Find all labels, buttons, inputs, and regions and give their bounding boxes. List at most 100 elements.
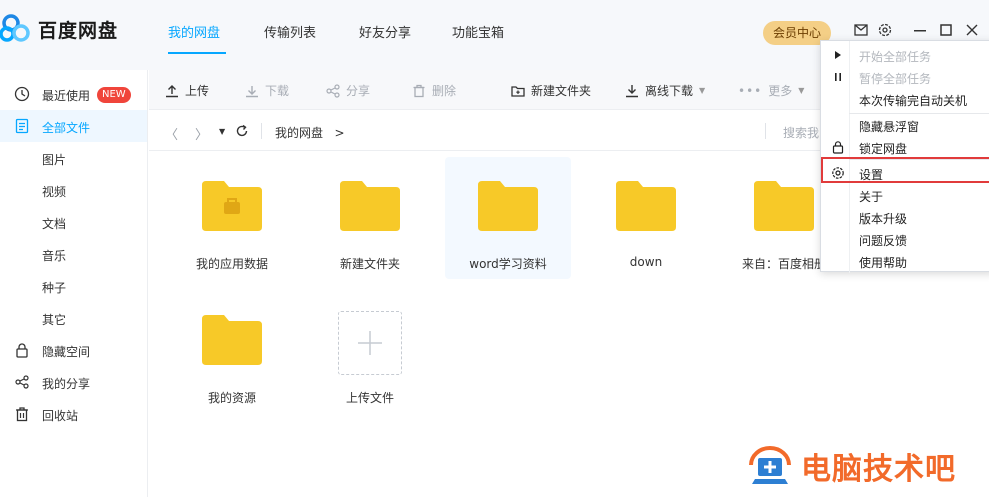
folder-tile-my-resources[interactable]: 我的资源 (169, 291, 295, 413)
sidebar-item-label: 文档 (42, 217, 67, 231)
back-arrow-icon[interactable]: 〈 (165, 124, 178, 143)
baidu-netdisk-logo-icon (0, 14, 30, 42)
sidebar-item-my-shares[interactable]: 我的分享 (0, 366, 147, 398)
menu-item-label: 问题反馈 (859, 234, 908, 248)
folder-tile-new-folder[interactable]: 新建文件夹 (307, 157, 433, 279)
search-input[interactable]: 搜索我 (783, 124, 819, 141)
share-label: 分享 (346, 84, 371, 98)
menu-item-start-all[interactable]: 开始全部任务 (821, 44, 989, 66)
sidebar-item-others[interactable]: 其它 (0, 302, 147, 334)
upload-file-tile[interactable]: 上传文件 (307, 303, 433, 425)
history-dropdown-icon[interactable]: ▼ (219, 127, 225, 136)
folder-tile-word-materials[interactable]: word学习资料 (445, 157, 571, 279)
app-title: 百度网盘 (38, 19, 119, 42)
plus-icon (358, 331, 382, 355)
sidebar-item-hidden-space[interactable]: 隐藏空间 (0, 334, 147, 366)
sidebar-item-label: 视频 (42, 185, 67, 199)
more-dots-icon: ••• (738, 83, 763, 98)
menu-item-help[interactable]: 使用帮助 (821, 250, 989, 272)
file-name: 我的应用数据 (195, 257, 268, 271)
maximize-icon[interactable] (940, 24, 952, 36)
close-icon[interactable] (966, 24, 978, 36)
search-divider (765, 123, 766, 139)
file-name: word学习资料 (469, 257, 547, 271)
computer-plus-logo-icon (749, 446, 791, 484)
file-name: 新建文件夹 (339, 257, 400, 271)
sidebar-item-recycle-bin[interactable]: 回收站 (0, 398, 147, 430)
sidebar-item-all-files[interactable]: 全部文件 (0, 110, 147, 142)
folder-icon (202, 315, 262, 365)
tab-transfer-list[interactable]: 传输列表 (264, 22, 316, 41)
breadcrumb-my-netdisk[interactable]: 我的网盘 > (275, 124, 345, 141)
sidebar-item-torrents[interactable]: 种子 (0, 270, 147, 302)
play-icon (835, 51, 841, 59)
menu-item-hide-float[interactable]: 隐藏悬浮窗 (821, 114, 989, 136)
active-tab-underline (168, 52, 226, 54)
menu-item-label: 本次传输完自动关机 (859, 94, 968, 108)
menu-item-label: 关于 (859, 190, 884, 204)
menu-item-label: 使用帮助 (859, 256, 908, 270)
download-button[interactable]: 下载 (245, 82, 289, 99)
menu-item-about[interactable]: 关于 (821, 184, 989, 206)
offline-download-button[interactable]: 离线下载 ▼ (625, 82, 705, 99)
folder-icon (616, 181, 676, 231)
delete-button[interactable]: 删除 (412, 82, 456, 99)
menu-item-version-upgrade[interactable]: 版本升级 (821, 206, 989, 228)
trash-icon (413, 84, 425, 97)
sidebar-item-label: 种子 (42, 281, 67, 295)
more-button[interactable]: ••• 更多 ▼ (738, 82, 804, 99)
tab-my-netdisk[interactable]: 我的网盘 (168, 22, 220, 41)
share-button[interactable]: 分享 (326, 82, 370, 99)
minimize-icon[interactable] (914, 30, 926, 32)
menu-item-label: 开始全部任务 (859, 50, 932, 64)
sidebar-item-recent[interactable]: 最近使用 NEW (0, 78, 147, 110)
sidebar-item-label: 全部文件 (42, 121, 91, 135)
sidebar-item-music[interactable]: 音乐 (0, 238, 147, 270)
folder-tile-from-baidu-album[interactable]: 来自：百度相册 (721, 157, 821, 279)
sidebar-item-label: 回收站 (42, 409, 79, 423)
sidebar-item-documents[interactable]: 文档 (0, 206, 147, 238)
upload-button[interactable]: 上传 (165, 82, 209, 99)
folder-icon (478, 181, 538, 231)
settings-gear-icon[interactable] (878, 23, 892, 37)
menu-item-auto-shutdown[interactable]: 本次传输完自动关机 (821, 88, 989, 110)
lock-icon (16, 343, 28, 358)
new-badge: NEW (97, 87, 131, 103)
file-name: 上传文件 (345, 391, 394, 405)
settings-dropdown-menu: 开始全部任务 暂停全部任务 本次传输完自动关机 隐藏悬浮窗 锁定网盘 设置 关于… (820, 40, 989, 273)
chevron-down-icon: ▼ (798, 86, 805, 95)
menu-item-feedback[interactable]: 问题反馈 (821, 228, 989, 250)
folder-icon (340, 181, 400, 231)
tab-friend-share[interactable]: 好友分享 (359, 22, 411, 41)
sidebar-item-images[interactable]: 图片 (0, 142, 147, 174)
offline-download-label: 离线下载 (645, 84, 694, 98)
menu-item-pause-all[interactable]: 暂停全部任务 (821, 66, 989, 88)
sidebar-item-label: 我的分享 (42, 377, 91, 391)
new-folder-button[interactable]: 新建文件夹 (511, 82, 591, 99)
sidebar-item-label: 最近使用 (42, 89, 91, 103)
sidebar: 最近使用 NEW 全部文件 图片 视频 文档 音乐 种子 其它 隐藏空间 我的分… (0, 70, 148, 497)
upload-dropzone[interactable] (338, 311, 402, 375)
forward-arrow-icon[interactable]: 〉 (195, 124, 208, 143)
folder-tile-app-data[interactable]: 我的应用数据 (169, 157, 295, 279)
refresh-icon[interactable] (235, 124, 249, 138)
new-folder-icon (511, 85, 525, 97)
menu-item-label: 隐藏悬浮窗 (859, 120, 920, 134)
more-label: 更多 (768, 84, 793, 98)
tab-toolbox[interactable]: 功能宝箱 (452, 22, 504, 41)
sidebar-item-videos[interactable]: 视频 (0, 174, 147, 206)
menu-item-lock-netdisk[interactable]: 锁定网盘 (821, 136, 989, 158)
sidebar-item-label: 音乐 (42, 249, 67, 263)
share-icon (15, 375, 29, 389)
clock-icon (14, 86, 30, 102)
folder-tile-down[interactable]: down (583, 157, 709, 279)
app-logo: 百度网盘 (0, 14, 118, 44)
chevron-down-icon[interactable]: ▼ (699, 86, 705, 95)
file-icon (15, 118, 29, 134)
mail-icon[interactable] (854, 24, 868, 36)
lock-icon (832, 141, 844, 154)
sidebar-item-label: 图片 (42, 153, 67, 167)
baidu-netdisk-window: 百度网盘 我的网盘 传输列表 好友分享 功能宝箱 会员中心 最近使用 NEW 全… (0, 0, 989, 497)
delete-label: 删除 (432, 84, 457, 98)
upload-label: 上传 (185, 84, 210, 98)
